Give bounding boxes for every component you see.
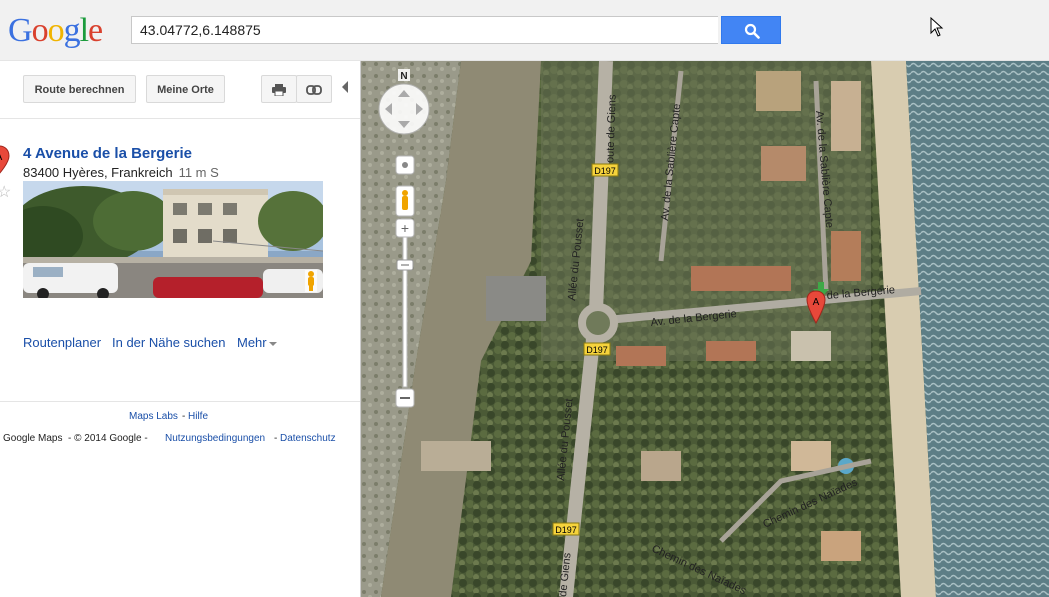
building xyxy=(691,266,791,291)
search-button[interactable] xyxy=(721,16,781,44)
building xyxy=(616,346,666,366)
compass: N xyxy=(398,69,410,82)
search-icon xyxy=(744,23,760,39)
logo-letter: o xyxy=(47,12,65,49)
link-icon xyxy=(306,85,322,95)
roundabout xyxy=(578,303,618,343)
separator: - xyxy=(274,433,278,444)
my-places-button[interactable]: Meine Orte xyxy=(146,75,225,103)
nearby-search-link[interactable]: In der Nähe suchen xyxy=(112,335,225,350)
terms-link[interactable]: Nutzungsbedingungen xyxy=(165,433,265,444)
copyright-text: Google Maps - © 2014 Google - xyxy=(3,433,151,444)
privacy-link[interactable]: Datenschutz xyxy=(280,433,336,444)
more-label: Mehr xyxy=(237,335,267,350)
google-logo[interactable]: Google xyxy=(8,12,103,50)
place-address: 83400 Hyères, Frankreich 11 m S xyxy=(23,165,219,180)
logo-letter: l xyxy=(79,12,90,49)
chevron-down-icon xyxy=(268,341,277,346)
place-title[interactable]: 4 Avenue de la Bergerie xyxy=(23,145,192,162)
svg-text:+: + xyxy=(401,220,409,236)
pegman-control[interactable] xyxy=(395,185,415,217)
link-button[interactable] xyxy=(296,75,332,103)
divider xyxy=(0,118,360,119)
building xyxy=(706,341,756,361)
print-icon xyxy=(272,84,286,97)
svg-text:D197: D197 xyxy=(594,166,616,176)
svg-text:D197: D197 xyxy=(555,525,577,535)
d197-shield: D197 xyxy=(552,522,580,536)
svg-text:D197: D197 xyxy=(586,345,608,355)
building xyxy=(831,81,861,151)
building xyxy=(756,71,801,111)
pegman-icon xyxy=(305,270,317,292)
d197-shield: D197 xyxy=(591,163,619,177)
svg-text:A: A xyxy=(0,152,3,163)
logo-letter: g xyxy=(63,12,81,49)
header-bar: Google 43.04772,6.148875 xyxy=(0,0,1049,61)
building xyxy=(791,331,831,361)
route-button[interactable]: Route berechnen xyxy=(23,75,136,103)
rotate-button[interactable] xyxy=(395,155,415,175)
mouse-cursor-icon xyxy=(930,17,944,37)
divider xyxy=(0,401,360,402)
logo-letter: o xyxy=(31,12,49,49)
pegman-head-icon xyxy=(402,190,408,196)
svg-text:A: A xyxy=(813,297,820,308)
left-panel: Route berechnen Meine Orte A ☆ 4 Avenue … xyxy=(0,61,361,597)
building xyxy=(831,231,861,281)
directions-link[interactable]: Routenplaner xyxy=(23,335,101,350)
marker-a-icon[interactable]: A xyxy=(0,145,10,175)
building xyxy=(641,451,681,481)
building xyxy=(791,441,831,471)
svg-text:N: N xyxy=(400,71,407,82)
help-link[interactable]: Hilfe xyxy=(188,411,208,422)
separator: - xyxy=(182,411,186,422)
building xyxy=(761,146,806,181)
collapse-panel-icon[interactable] xyxy=(342,81,348,93)
print-button[interactable] xyxy=(261,75,297,103)
logo-letter: e xyxy=(88,12,103,49)
address-text: 83400 Hyères, Frankreich xyxy=(23,165,173,180)
satellite-map[interactable]: Route de Giens Av. de la Sablière Capte … xyxy=(361,61,1049,597)
building xyxy=(486,276,546,321)
pan-control[interactable] xyxy=(378,83,430,135)
logo-letter: G xyxy=(8,12,33,49)
distance-text: 11 m S xyxy=(178,165,219,180)
star-icon[interactable]: ☆ xyxy=(0,182,11,202)
maps-labs-link[interactable]: Maps Labs xyxy=(129,411,178,422)
building xyxy=(421,441,491,471)
street-view-thumbnail[interactable] xyxy=(23,181,323,298)
search-input[interactable]: 43.04772,6.148875 xyxy=(131,16,718,44)
more-dropdown[interactable]: Mehr xyxy=(237,335,277,350)
d197-shield: D197 xyxy=(583,342,611,356)
building xyxy=(821,531,861,561)
